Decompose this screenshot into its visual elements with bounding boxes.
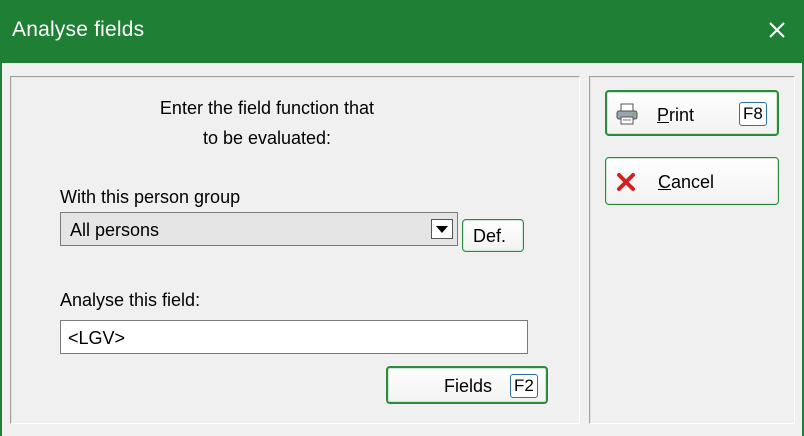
person-group-label: With this person group [60, 187, 241, 207]
instruction-text: Enter the field function that to be eval… [12, 93, 522, 153]
window-title: Analyse fields [12, 18, 145, 41]
cancel-button[interactable]: Cancel [605, 157, 779, 205]
define-group-button[interactable]: Def. [462, 219, 524, 252]
print-button[interactable]: Print F8 [605, 90, 779, 136]
print-button-label: Print [657, 105, 695, 125]
person-group-value: All persons [70, 220, 160, 240]
field-input-value: <LGV> [68, 328, 126, 348]
cancel-x-icon [617, 173, 635, 191]
chevron-down-icon[interactable] [431, 219, 453, 239]
field-label: Analyse this field: [60, 290, 201, 310]
fields-button-label: Fields [444, 376, 493, 396]
person-group-select[interactable]: All persons [60, 212, 458, 246]
close-icon[interactable] [764, 17, 790, 43]
instruction-line-1: Enter the field function that [159, 98, 375, 118]
title-bar[interactable]: Analyse fields [0, 0, 804, 63]
instruction-line-2: to be evaluated: [202, 128, 332, 148]
window-border-left [0, 63, 2, 436]
field-input[interactable]: <LGV> [60, 320, 528, 354]
fields-shortcut-key: F2 [510, 374, 538, 398]
cancel-button-label: Cancel [658, 172, 715, 192]
printer-icon [616, 103, 638, 125]
fields-button[interactable]: Fields F2 [386, 366, 548, 404]
define-group-label: Def. [473, 226, 507, 246]
print-shortcut-key: F8 [739, 102, 767, 126]
